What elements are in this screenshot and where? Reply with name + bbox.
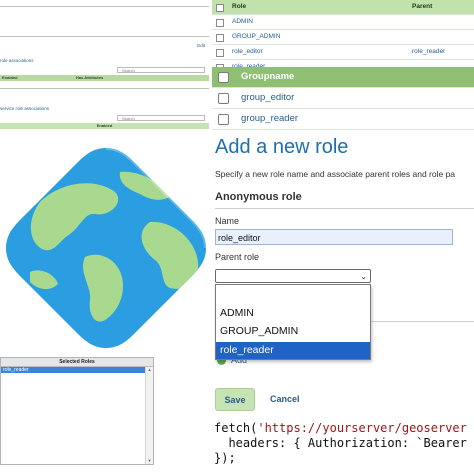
- role-link[interactable]: role_editor: [232, 45, 263, 59]
- divider: [371, 321, 474, 322]
- table-row[interactable]: group_editor: [212, 88, 474, 109]
- divider: [215, 208, 474, 209]
- table-row[interactable]: GROUP_ADMIN: [212, 30, 474, 45]
- name-input[interactable]: role_editor: [215, 229, 453, 245]
- row-checkbox[interactable]: [216, 19, 224, 27]
- parent-role-select[interactable]: ⌄: [215, 269, 371, 283]
- scroll-down-icon[interactable]: ▼: [146, 458, 153, 464]
- groups-table-header: Groupname: [212, 67, 474, 88]
- parent-role: role_reader: [412, 48, 446, 55]
- scroll-up-icon[interactable]: ▲: [146, 367, 153, 373]
- code-url-string: 'https://yourserver/geoserver: [257, 421, 467, 435]
- associations-table-header: Enabled Has Attributes: [0, 75, 209, 81]
- col-enabled: Enabled: [2, 75, 18, 80]
- code-close-line: });: [214, 451, 236, 465]
- geoserver-globe-logo: [6, 146, 208, 348]
- role-link[interactable]: GROUP_ADMIN: [232, 30, 280, 44]
- roles-table: Role Parent ADMIN GROUP_ADMIN role_edito…: [212, 0, 474, 75]
- code-headers-line: headers: { Authorization: `Bearer: [214, 436, 467, 450]
- service-role-associations-caption: service role associations: [0, 106, 50, 111]
- search-input-top[interactable]: Search: [117, 67, 205, 73]
- name-label: Name: [215, 216, 240, 226]
- table-row[interactable]: group_reader: [212, 109, 474, 130]
- user-role-associations-panel: Edit role associations Search Enabled Ha…: [0, 0, 209, 134]
- row-checkbox[interactable]: [216, 34, 224, 42]
- col-parent[interactable]: Parent: [412, 0, 432, 14]
- search-input-bottom[interactable]: Search: [117, 115, 205, 121]
- roles-table-header: Role Parent: [212, 0, 474, 15]
- row-checkbox[interactable]: [218, 93, 229, 104]
- role-associations-caption: role associations: [0, 58, 34, 63]
- row-checkbox[interactable]: [218, 114, 229, 125]
- divider: [0, 6, 209, 7]
- edit-link[interactable]: Edit: [197, 43, 205, 48]
- list-item[interactable]: role_reader: [1, 367, 145, 373]
- cancel-button[interactable]: Cancel: [270, 394, 300, 404]
- intro-text: Specify a new role name and associate pa…: [215, 169, 456, 179]
- section-title: Anonymous role: [215, 191, 302, 203]
- groups-table: Groupname group_editor group_reader: [212, 67, 474, 130]
- parent-role-label: Parent role: [215, 252, 260, 262]
- group-link[interactable]: group_editor: [241, 88, 294, 108]
- divider: [0, 36, 209, 37]
- col-groupname[interactable]: Groupname: [241, 67, 294, 87]
- row-checkbox[interactable]: [216, 49, 224, 57]
- selected-roles-list[interactable]: Selected Roles role_reader ▲ ▼: [0, 357, 154, 465]
- parent-role-dropdown[interactable]: ADMIN GROUP_ADMIN role_reader: [215, 284, 371, 360]
- dropdown-option-empty[interactable]: [216, 287, 370, 304]
- enabled-band-header: Enabled: [0, 123, 209, 129]
- selected-roles-panel: Selected Roles role_reader ▲ ▼: [0, 354, 160, 470]
- group-link[interactable]: group_reader: [241, 109, 298, 129]
- table-row[interactable]: ADMIN: [212, 15, 474, 30]
- select-all-checkbox[interactable]: [218, 72, 229, 83]
- code-snippet: fetch('https://yourserver/geoserver head…: [214, 421, 467, 466]
- scrollbar[interactable]: ▲ ▼: [145, 367, 153, 464]
- col-role[interactable]: Role: [232, 0, 246, 14]
- col-has-attributes: Has Attributes: [76, 75, 104, 80]
- role-link[interactable]: ADMIN: [232, 15, 253, 29]
- page-title: Add a new role: [215, 136, 349, 158]
- dropdown-option[interactable]: GROUP_ADMIN: [216, 323, 370, 340]
- divider: [0, 88, 209, 89]
- save-button[interactable]: Save: [215, 388, 255, 411]
- dropdown-option[interactable]: ADMIN: [216, 305, 370, 322]
- code-fn: fetch(: [214, 421, 258, 435]
- chevron-down-icon: ⌄: [360, 272, 367, 281]
- dropdown-option-selected[interactable]: role_reader: [216, 342, 370, 359]
- select-all-checkbox[interactable]: [216, 4, 224, 12]
- table-row[interactable]: role_editor role_reader: [212, 45, 474, 60]
- selected-roles-header: Selected Roles: [1, 358, 153, 367]
